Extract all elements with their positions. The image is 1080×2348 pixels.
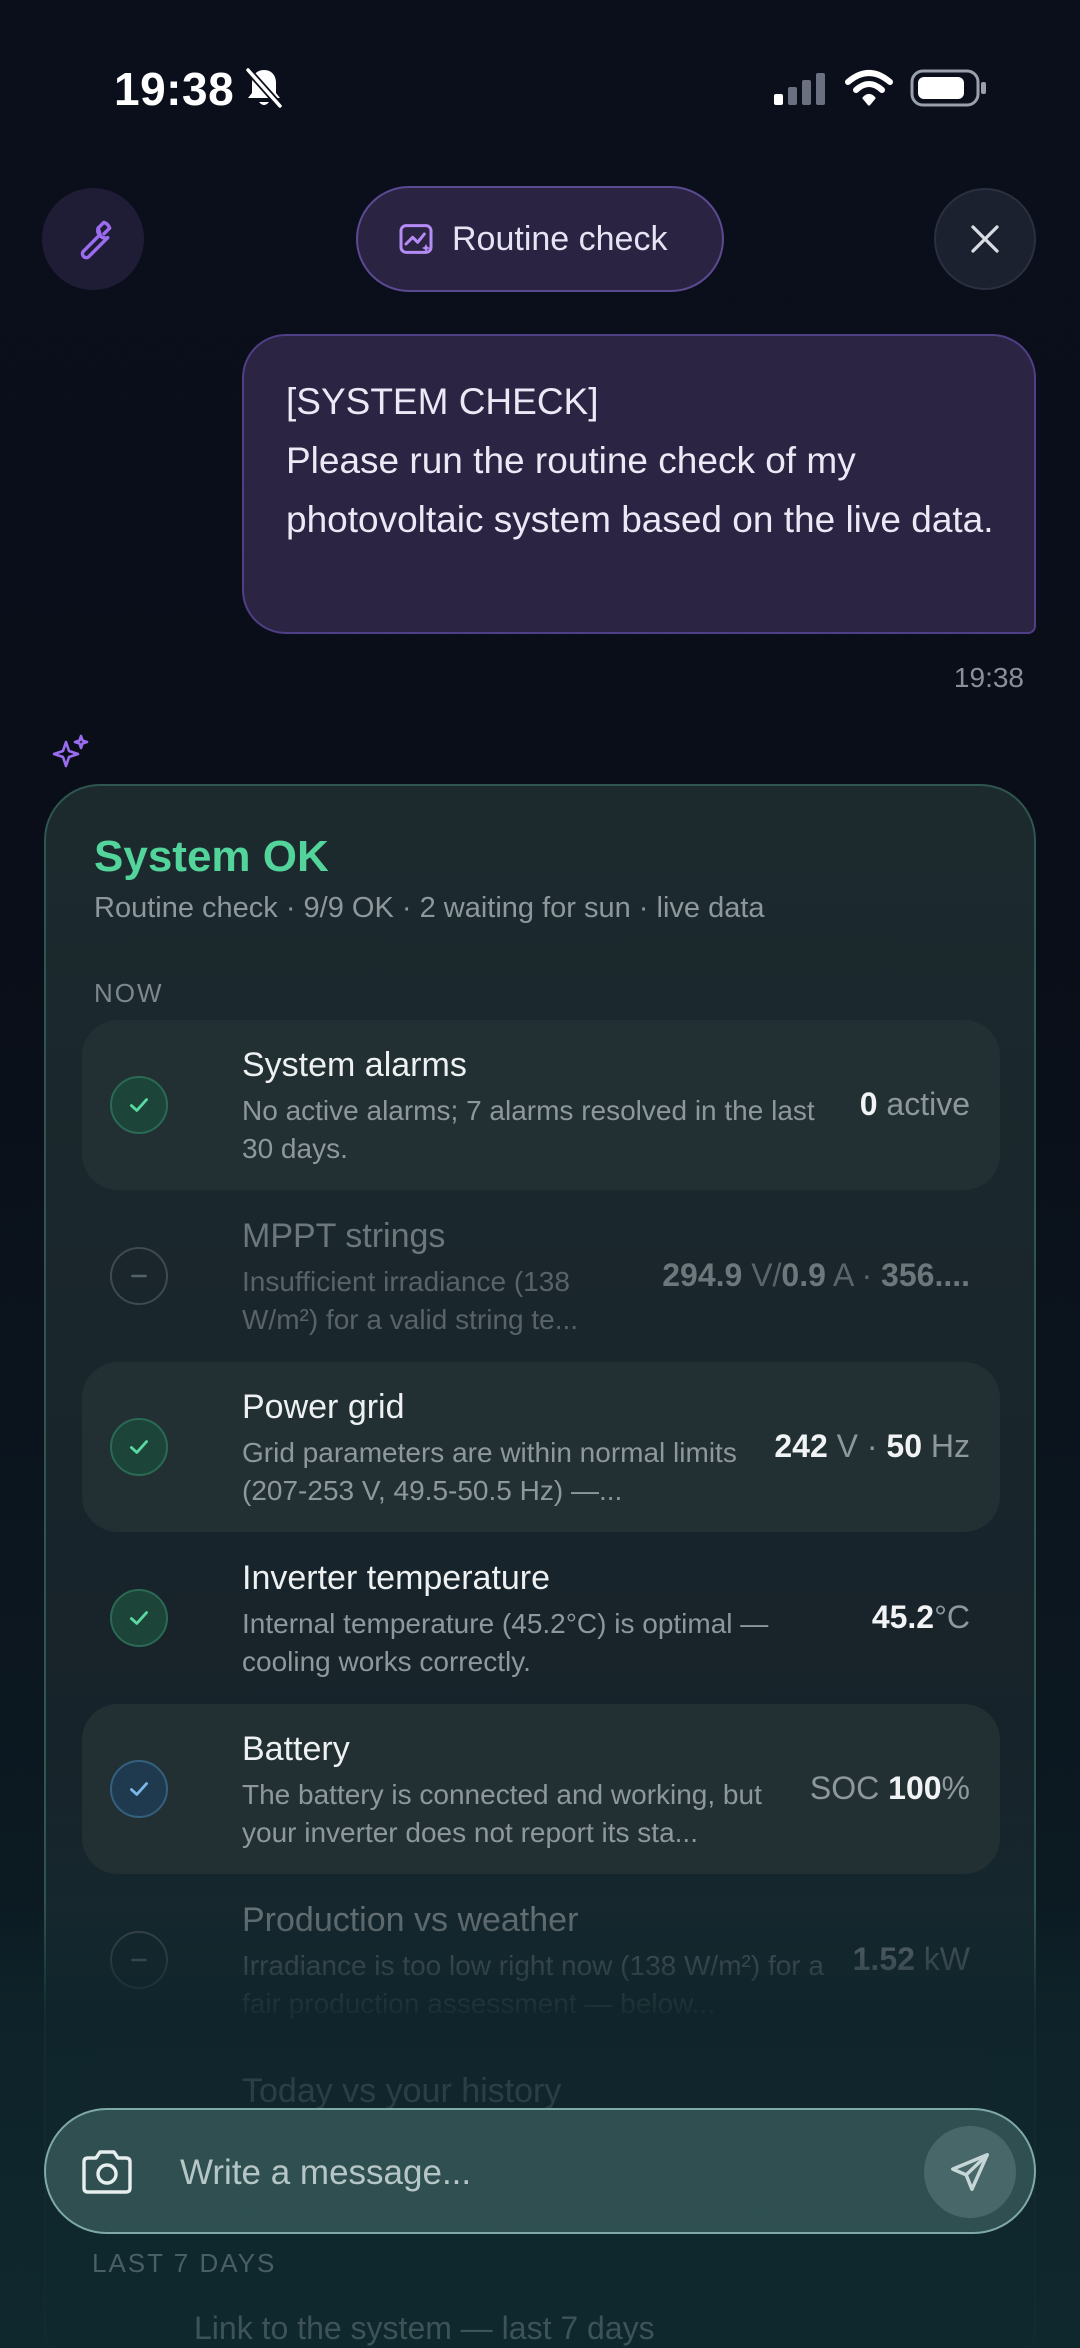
routine-check-label: Routine check (452, 219, 668, 258)
row-description: The battery is connected and working, bu… (242, 1779, 762, 1848)
row-description: Grid parameters are within normal limits… (242, 1437, 737, 1506)
check-row-production-vs-weather[interactable]: Production vs weather Irradiance is too … (82, 1875, 1000, 2045)
row-title: Inverter temperature (242, 1559, 551, 1597)
row-title: System alarms (242, 1046, 467, 1084)
routine-check-pill[interactable]: Routine check (356, 186, 724, 292)
row-description: No active alarms; 7 alarms resolved in t… (242, 1095, 815, 1164)
section-label-last-7-days: LAST 7 DAYS (92, 2248, 277, 2278)
status-bar: 19:38 (0, 0, 1080, 150)
value-number: 0 (859, 1086, 878, 1122)
row-value: SOC 100% (809, 1770, 970, 1806)
row-title: Battery (242, 1730, 350, 1768)
close-button[interactable] (934, 188, 1036, 290)
message-composer (44, 2108, 1036, 2234)
row-value: 45.2°C (871, 1599, 970, 1635)
user-message-bubble: [SYSTEM CHECK] Please run the routine ch… (242, 334, 1036, 634)
row-title: Power grid (242, 1388, 405, 1426)
chart-sparkle-icon (399, 224, 433, 254)
row-value: 294.9 V/0.9 A · 356.... (662, 1257, 970, 1293)
check-row-power-grid[interactable]: Power grid Grid parameters are within no… (82, 1362, 1000, 1532)
bell-muted-icon (245, 67, 283, 109)
row-title: Production vs weather (242, 1901, 579, 1939)
row-title: Today vs your history (242, 2072, 562, 2110)
last-7-days-section: LAST 7 DAYS Link to the system — last 7 … (44, 2240, 1036, 2348)
check-row-mppt-strings[interactable]: MPPT strings Insufficient irradiance (13… (82, 1191, 1000, 1361)
tools-button[interactable] (42, 188, 144, 290)
check-waiting-icon (110, 1931, 168, 1989)
check-ok-icon (110, 1418, 168, 1476)
battery-icon (910, 69, 986, 107)
check-ok-icon (110, 1589, 168, 1647)
row-title: MPPT strings (242, 1217, 446, 1255)
row-value: 0 active (860, 1086, 970, 1123)
check-row-battery[interactable]: Battery The battery is connected and wor… (82, 1704, 1000, 1874)
message-input[interactable] (180, 2146, 800, 2200)
check-info-icon (110, 1760, 168, 1818)
last-7-days-row: Link to the system — last 7 days (194, 2310, 655, 2346)
row-description: Irradiance is too low right now (138 W/m… (242, 1950, 824, 2019)
row-value: 242 V · 50 Hz (774, 1428, 970, 1464)
check-ok-icon (110, 1076, 168, 1134)
assistant-sparkle-icon (52, 734, 89, 768)
row-value: 1.52 kW (852, 1941, 970, 1977)
send-icon (951, 2153, 989, 2191)
check-row-inverter-temperature[interactable]: Inverter temperature Internal temperatur… (82, 1533, 1000, 1703)
row-description: Internal temperature (45.2°C) is optimal… (242, 1608, 769, 1677)
card-subtitle: Routine check · 9/9 OK · 2 waiting for s… (94, 892, 765, 924)
wrench-icon (80, 220, 112, 260)
card-title: System OK (94, 832, 329, 881)
cellular-signal-icon (774, 73, 825, 105)
wifi-icon (845, 70, 893, 106)
check-row-system-alarms[interactable]: System alarms No active alarms; 7 alarms… (82, 1020, 1000, 1190)
check-waiting-icon (110, 1247, 168, 1305)
message-timestamp: 19:38 (953, 662, 1024, 693)
status-time: 19:38 (114, 63, 235, 115)
section-label-now: NOW (94, 978, 164, 1008)
row-description: Insufficient irradiance (138 W/m²) for a… (242, 1266, 579, 1335)
send-button[interactable] (924, 2126, 1016, 2218)
camera-icon[interactable] (80, 2148, 134, 2196)
close-icon (971, 225, 999, 253)
user-message-text: [SYSTEM CHECK] Please run the routine ch… (286, 381, 994, 540)
value-unit: active (877, 1086, 970, 1122)
